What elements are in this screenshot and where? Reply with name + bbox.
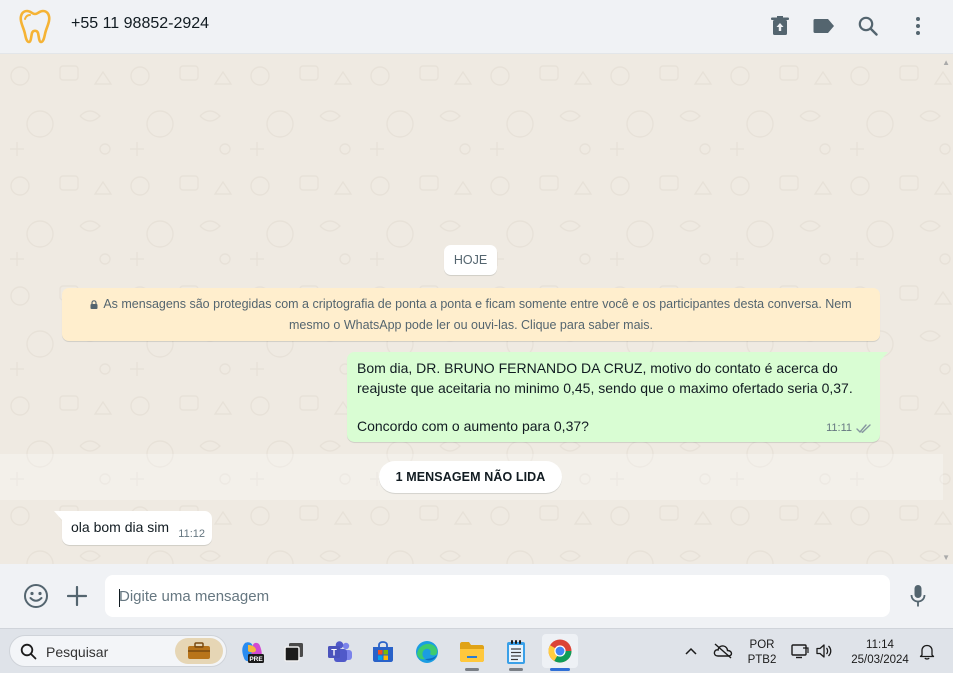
onedrive-offline-icon[interactable] [713, 641, 733, 661]
message-meta: 11:11 [826, 419, 872, 439]
file-explorer-icon[interactable] [456, 636, 488, 668]
message-composer [0, 564, 953, 628]
incoming-message[interactable]: ola bom dia sim 11:12 [54, 511, 212, 545]
message-time: 11:11 [826, 421, 852, 434]
windows-taskbar: Pesquisar PRE T POR PTB2 11:14 25/03/202… [0, 628, 953, 673]
read-ticks-icon [856, 424, 871, 433]
search-icon[interactable] [854, 12, 882, 40]
svg-text:PRE: PRE [249, 656, 263, 663]
outgoing-message[interactable]: Bom dia, DR. BRUNO FERNANDO DA CRUZ, mot… [347, 352, 888, 442]
outgoing-message-line: Concordo com o aumento para 0,37? [357, 418, 589, 434]
attach-plus-icon[interactable] [63, 582, 91, 610]
label-icon[interactable] [810, 12, 838, 40]
edge-icon[interactable] [411, 636, 443, 668]
store-icon[interactable] [367, 636, 399, 668]
outgoing-message-line: reajuste que aceitaria no minimo 0,45, s… [357, 379, 853, 396]
bubble-tail [54, 511, 62, 520]
message-time: 11:12 [178, 528, 205, 540]
notepad-icon[interactable] [500, 636, 532, 668]
encryption-notice-text-1: As mensagens são protegidas com a cripto… [103, 297, 852, 311]
notification-bell-icon[interactable] [917, 641, 937, 661]
explorer-running-indicator [465, 668, 479, 671]
date-separator: HOJE [444, 245, 497, 275]
search-icon [20, 643, 37, 660]
volume-icon[interactable] [814, 641, 834, 661]
scroll-down-arrow[interactable]: ▼ [942, 553, 950, 562]
bubble-tail [880, 352, 888, 361]
unread-messages-divider: 1 MENSAGEM NÃO LIDA [379, 461, 562, 493]
encryption-notice[interactable]: As mensagens são protegidas com a cripto… [62, 288, 880, 341]
notepad-running-indicator [509, 668, 523, 671]
chrome-active-indicator [550, 668, 570, 671]
work-briefcase-icon[interactable] [175, 638, 223, 664]
encryption-notice-text-2: mesmo o WhatsApp pode ler ou ouvi-las. C… [288, 318, 654, 332]
contact-name[interactable]: +55 11 98852-2924 [71, 15, 209, 33]
message-input[interactable] [105, 575, 890, 617]
clock-date: 25/03/2024 [851, 654, 909, 666]
lock-icon [90, 300, 98, 309]
chat-header: +55 11 98852-2924 [0, 0, 953, 54]
language-indicator[interactable]: POR PTB2 [746, 638, 778, 668]
clock-time: 11:14 [866, 639, 894, 651]
keyboard-layout: PTB2 [747, 654, 777, 666]
emoji-icon[interactable] [22, 582, 50, 610]
task-view-icon[interactable] [278, 636, 310, 668]
network-icon[interactable] [790, 641, 810, 661]
chevron-up-icon[interactable] [681, 641, 701, 661]
language-code: POR [749, 639, 775, 651]
more-vertical-icon[interactable] [904, 12, 932, 40]
tooth-logo-icon[interactable] [14, 5, 56, 47]
taskbar-search[interactable]: Pesquisar [9, 635, 227, 667]
svg-text:T: T [331, 648, 337, 658]
incoming-message-text: ola bom dia sim [71, 519, 170, 535]
teams-icon[interactable]: T [324, 636, 356, 668]
taskbar-search-label: Pesquisar [46, 644, 109, 660]
archive-icon[interactable] [766, 12, 794, 40]
outgoing-message-line: Bom dia, DR. BRUNO FERNANDO DA CRUZ, mot… [357, 360, 838, 376]
text-caret [119, 589, 120, 607]
copilot-pre-icon[interactable]: PRE [236, 636, 268, 668]
microphone-icon[interactable] [904, 582, 932, 610]
message-list[interactable]: ▲ ▼ HOJE As mensagens são protegidas com… [0, 54, 953, 564]
clock[interactable]: 11:14 25/03/2024 [844, 638, 916, 668]
chrome-icon[interactable] [542, 634, 578, 668]
scroll-up-arrow[interactable]: ▲ [942, 58, 950, 67]
